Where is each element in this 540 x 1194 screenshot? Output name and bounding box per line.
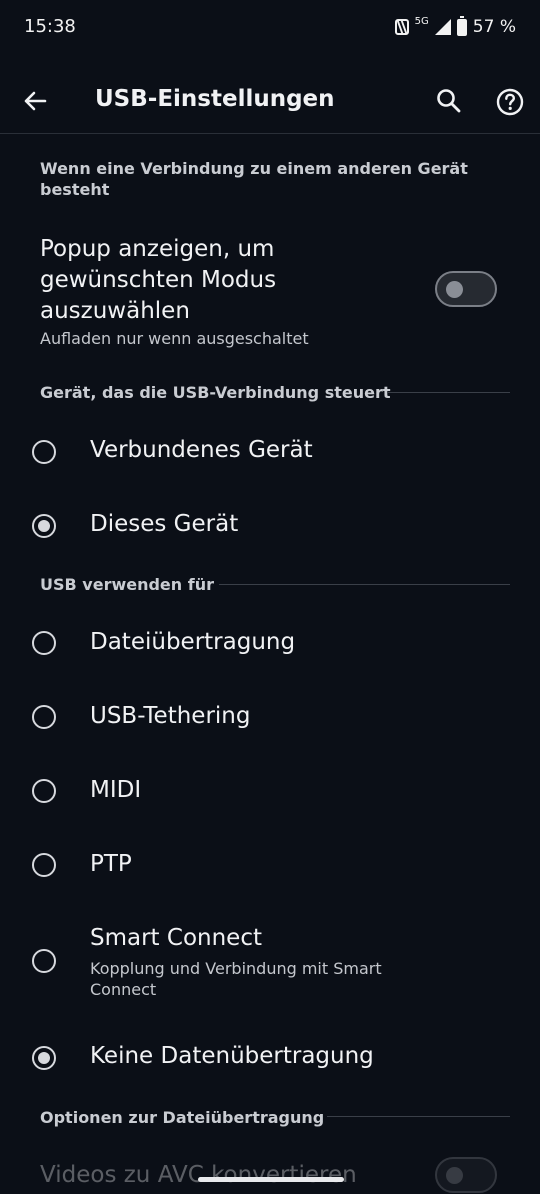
status-bar: 15:38 5G 57 % bbox=[0, 0, 540, 55]
status-time: 15:38 bbox=[24, 16, 76, 37]
transfer-section-header: Optionen zur Dateiübertragung bbox=[40, 1108, 325, 1127]
toggle-knob bbox=[446, 281, 463, 298]
app-bar: USB-Einstellungen bbox=[0, 56, 540, 134]
radio-option-this-device[interactable]: Dieses Gerät bbox=[0, 499, 540, 555]
control-section-header: Gerät, das die USB-Verbindung steuert bbox=[40, 383, 391, 402]
radio-option-usb-tethering[interactable]: USB-Tethering bbox=[0, 691, 540, 747]
radio-label: PTP bbox=[90, 851, 132, 877]
gesture-navigation-bar[interactable] bbox=[198, 1177, 344, 1182]
radio-button[interactable] bbox=[32, 853, 56, 877]
radio-button[interactable] bbox=[32, 779, 56, 803]
radio-button[interactable] bbox=[32, 949, 56, 973]
radio-button[interactable] bbox=[32, 705, 56, 729]
nfc-icon bbox=[394, 19, 409, 35]
network-type: 5G bbox=[414, 15, 429, 27]
convert-videos-title[interactable]: Videos zu AVC konvertieren bbox=[40, 1162, 357, 1188]
radio-label: Dieses Gerät bbox=[90, 511, 239, 537]
radio-button[interactable] bbox=[32, 440, 56, 464]
radio-label: Keine Datenübertragung bbox=[90, 1043, 374, 1069]
radio-button[interactable] bbox=[32, 631, 56, 655]
radio-label: MIDI bbox=[90, 777, 142, 803]
battery-icon bbox=[456, 15, 467, 36]
section-divider bbox=[388, 392, 510, 393]
radio-option-ptp[interactable]: PTP bbox=[0, 839, 540, 895]
radio-option-file-transfer[interactable]: Dateiübertragung bbox=[0, 617, 540, 673]
status-icons: 5G 57 % bbox=[394, 15, 516, 38]
toggle-knob bbox=[446, 1167, 463, 1184]
radio-option-connected-device[interactable]: Verbundenes Gerät bbox=[0, 425, 540, 481]
connection-section-header: Wenn eine Verbindung zu einem anderen Ge… bbox=[40, 159, 468, 199]
radio-option-smart-connect[interactable]: Smart Connect Kopplung und Verbindung mi… bbox=[0, 913, 540, 1009]
radio-button-selected[interactable] bbox=[32, 514, 56, 538]
popup-setting-subtitle: Aufladen nur wenn ausgeschaltet bbox=[40, 329, 309, 348]
section-divider bbox=[219, 584, 510, 585]
radio-label: Smart Connect bbox=[90, 925, 262, 951]
signal-icon bbox=[434, 19, 451, 35]
radio-label: USB-Tethering bbox=[90, 703, 251, 729]
page-title: USB-Einstellungen bbox=[95, 86, 335, 112]
popup-toggle[interactable] bbox=[435, 271, 497, 307]
popup-setting-title[interactable]: Popup anzeigen, um gewünschten Modus aus… bbox=[40, 234, 370, 327]
radio-option-no-data-transfer[interactable]: Keine Datenübertragung bbox=[0, 1031, 540, 1087]
battery-level: 57 % bbox=[472, 17, 516, 37]
search-icon[interactable] bbox=[434, 86, 464, 116]
radio-label: Verbundenes Gerät bbox=[90, 437, 313, 463]
usage-section-header: USB verwenden für bbox=[40, 575, 214, 594]
radio-label: Dateiübertragung bbox=[90, 629, 296, 655]
section-divider bbox=[327, 1116, 510, 1117]
radio-button-selected[interactable] bbox=[32, 1046, 56, 1070]
radio-option-midi[interactable]: MIDI bbox=[0, 765, 540, 821]
convert-videos-toggle[interactable] bbox=[435, 1157, 497, 1193]
back-arrow-icon[interactable] bbox=[20, 86, 50, 116]
radio-subtitle: Kopplung und Verbindung mit Smart Connec… bbox=[90, 959, 382, 999]
help-icon[interactable] bbox=[494, 86, 526, 118]
